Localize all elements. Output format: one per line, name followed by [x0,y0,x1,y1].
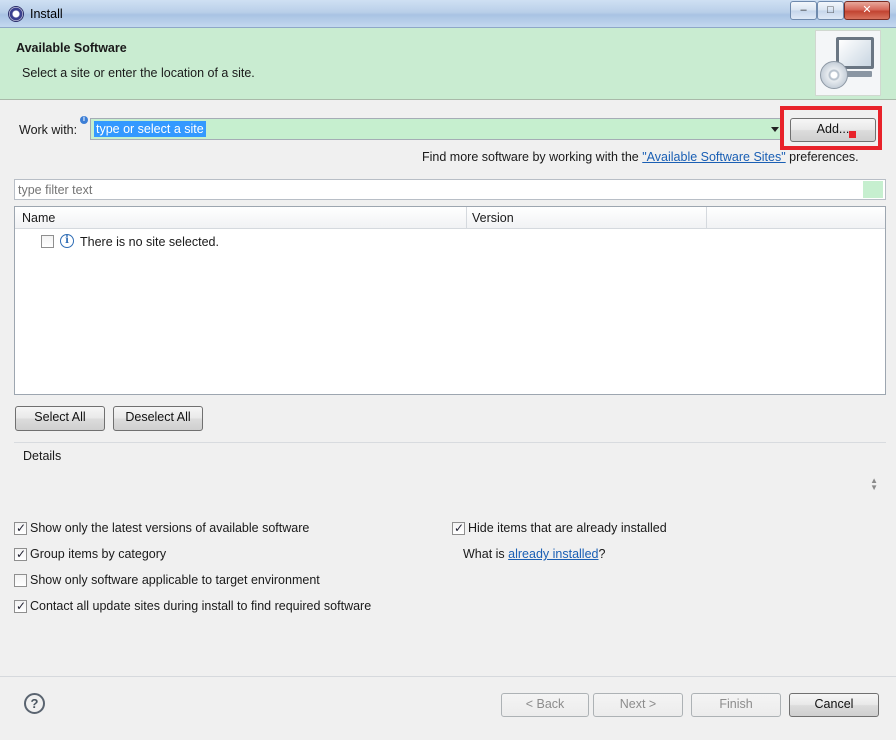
target-environment-checkbox[interactable] [14,574,27,587]
latest-versions-checkbox[interactable] [14,521,27,535]
info-decoration-icon: i [80,116,88,124]
contact-update-sites-checkbox[interactable] [14,599,27,613]
info-icon: i [60,234,74,248]
cursor-marker [849,131,856,138]
install-monitor-icon [815,30,881,96]
clear-filter-button[interactable] [863,181,883,198]
chevron-down-icon[interactable] [771,127,779,132]
finish-button[interactable]: Finish [691,693,781,717]
table-header: Name Version [15,207,885,229]
available-software-sites-link[interactable]: "Available Software Sites" [642,150,785,164]
minimize-button[interactable]: – [790,1,817,20]
title-bar: Install – □ ✕ [0,0,896,28]
page-subtitle: Select a site or enter the location of a… [22,66,255,80]
cd-icon [820,61,848,89]
table-row[interactable]: i There is no site selected. [15,231,885,251]
footer-divider [0,676,896,677]
more-software-text: Find more software by working with the "… [422,150,859,164]
group-by-category-checkbox[interactable] [14,547,27,561]
eclipse-icon [8,6,24,22]
work-with-value[interactable]: type or select a site [94,121,206,137]
hide-installed-checkbox[interactable] [452,521,465,535]
row-text: There is no site selected. [80,235,219,249]
help-icon[interactable]: ? [24,693,45,714]
already-installed-link[interactable]: already installed [508,547,598,561]
software-table: Name Version i There is no site selected… [14,206,886,395]
next-button[interactable]: Next > [593,693,683,717]
details-section: Details ▲ ▼ [14,442,886,514]
work-with-label: Work with: [19,123,78,137]
window-title: Install [30,7,63,21]
close-button[interactable]: ✕ [844,1,890,20]
filter-input[interactable] [18,182,858,198]
work-with-combo[interactable]: type or select a site [90,118,784,140]
select-all-button[interactable]: Select All [15,406,105,431]
maximize-button[interactable]: □ [817,1,844,20]
highlight-box [780,106,882,150]
cancel-button[interactable]: Cancel [789,693,879,717]
filter-box [14,179,886,200]
back-button[interactable]: < Back [501,693,589,717]
row-checkbox[interactable] [41,235,54,248]
column-header-version[interactable]: Version [472,211,514,225]
scroll-arrows-icon[interactable]: ▲ ▼ [870,477,878,492]
page-title: Available Software [16,41,127,55]
header-banner: Available Software Select a site or ente… [0,28,896,100]
deselect-all-button[interactable]: Deselect All [113,406,203,431]
column-header-name[interactable]: Name [22,211,55,225]
details-label: Details [23,449,62,463]
what-is-installed-text: What is already installed? [463,547,606,561]
